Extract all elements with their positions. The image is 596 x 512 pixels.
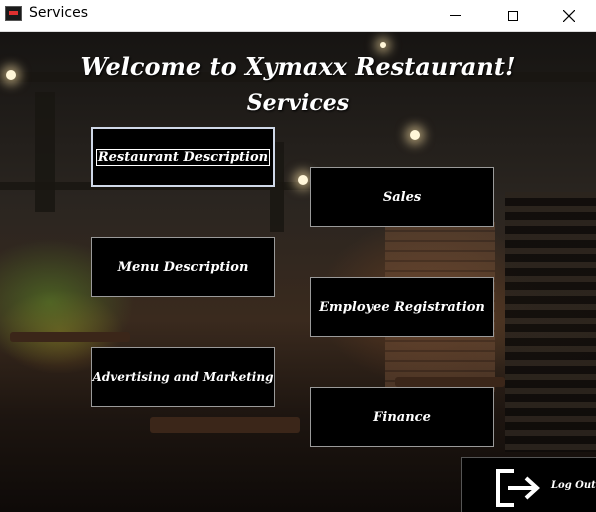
menu-description-button[interactable]: Menu Description [91, 237, 275, 297]
advertising-marketing-label: Advertising and Marketing [92, 370, 274, 384]
finance-button[interactable]: Finance [310, 387, 494, 447]
logout-icon [496, 469, 540, 507]
restaurant-description-button[interactable]: Restaurant Description [91, 127, 275, 187]
window-title: Services [29, 5, 89, 21]
logout-button[interactable]: Log Out [461, 457, 596, 512]
welcome-heading: Welcome to Xymaxx Restaurant! [80, 52, 516, 81]
title-bar: Services [0, 0, 596, 32]
employee-registration-button[interactable]: Employee Registration [310, 277, 494, 337]
minimize-icon [449, 15, 461, 16]
sales-button[interactable]: Sales [310, 167, 494, 227]
close-button[interactable] [546, 0, 592, 31]
restaurant-description-label: Restaurant Description [95, 148, 271, 166]
maximize-button[interactable] [490, 0, 536, 31]
sales-label: Sales [382, 189, 422, 205]
advertising-marketing-button[interactable]: Advertising and Marketing [91, 347, 275, 407]
services-heading: Services [246, 90, 350, 116]
close-icon [563, 9, 575, 22]
maximize-icon [508, 10, 518, 21]
logout-label: Log Out [551, 480, 596, 491]
services-panel: Welcome to Xymaxx Restaurant! Services R… [0, 32, 596, 512]
employee-registration-label: Employee Registration [319, 299, 485, 315]
app-icon [5, 6, 22, 21]
minimize-button[interactable] [432, 0, 478, 31]
finance-label: Finance [373, 409, 431, 425]
menu-description-label: Menu Description [117, 259, 249, 275]
